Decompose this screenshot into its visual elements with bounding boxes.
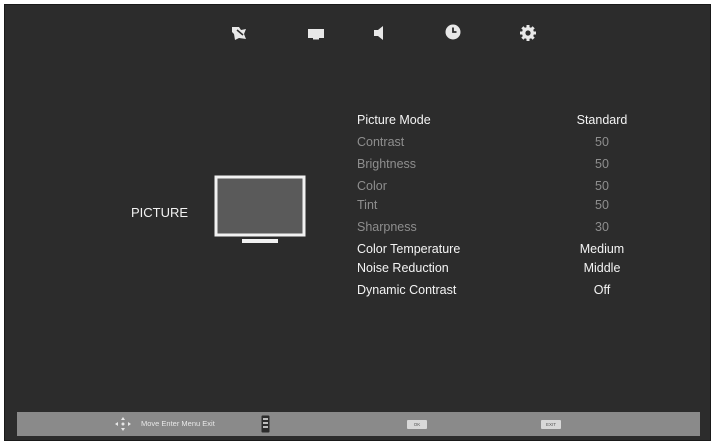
footer-hint-text: Move Enter Menu Exit	[141, 419, 215, 428]
bottom-hint-bar: Move Enter Menu Exit OK EXIT	[17, 412, 700, 436]
menu-label: Contrast	[357, 135, 405, 149]
menu-value: 50	[595, 135, 609, 149]
menu-value: Standard	[576, 113, 628, 127]
navigation-arrows-icon	[114, 416, 132, 432]
menu-value: 50	[595, 179, 609, 193]
menu-label: Picture Mode	[357, 113, 431, 127]
remote-icon	[261, 415, 270, 433]
picture-tv-icon	[214, 175, 306, 252]
setup-tab-icon[interactable]	[518, 23, 538, 43]
menu-label: Dynamic Contrast	[357, 283, 457, 297]
ok-key-icon: OK	[407, 420, 427, 429]
menu-label: Color	[357, 179, 387, 193]
menu-value: 50	[595, 198, 609, 212]
menu-label: Brightness	[357, 157, 417, 171]
menu-value: Middle	[583, 261, 621, 275]
screen-tab-icon[interactable]	[306, 23, 326, 43]
menu-label: Noise Reduction	[357, 261, 449, 275]
section-title: PICTURE	[131, 205, 189, 220]
menu-value: 30	[595, 220, 609, 234]
menu-label: Tint	[357, 198, 378, 212]
time-tab-icon[interactable]	[443, 23, 463, 43]
menu-value: Off	[593, 283, 611, 297]
exit-key-icon: EXIT	[541, 420, 561, 429]
picture-tab-icon[interactable]	[229, 23, 249, 43]
sound-tab-icon[interactable]	[371, 23, 391, 43]
menu-label: Sharpness	[357, 220, 417, 234]
tv-osd-screen: PICTURE Picture Mode Standard Contrast 5…	[4, 4, 711, 441]
menu-value: Medium	[579, 242, 625, 256]
menu-label: Color Temperature	[357, 242, 461, 256]
menu-value: 50	[595, 157, 609, 171]
